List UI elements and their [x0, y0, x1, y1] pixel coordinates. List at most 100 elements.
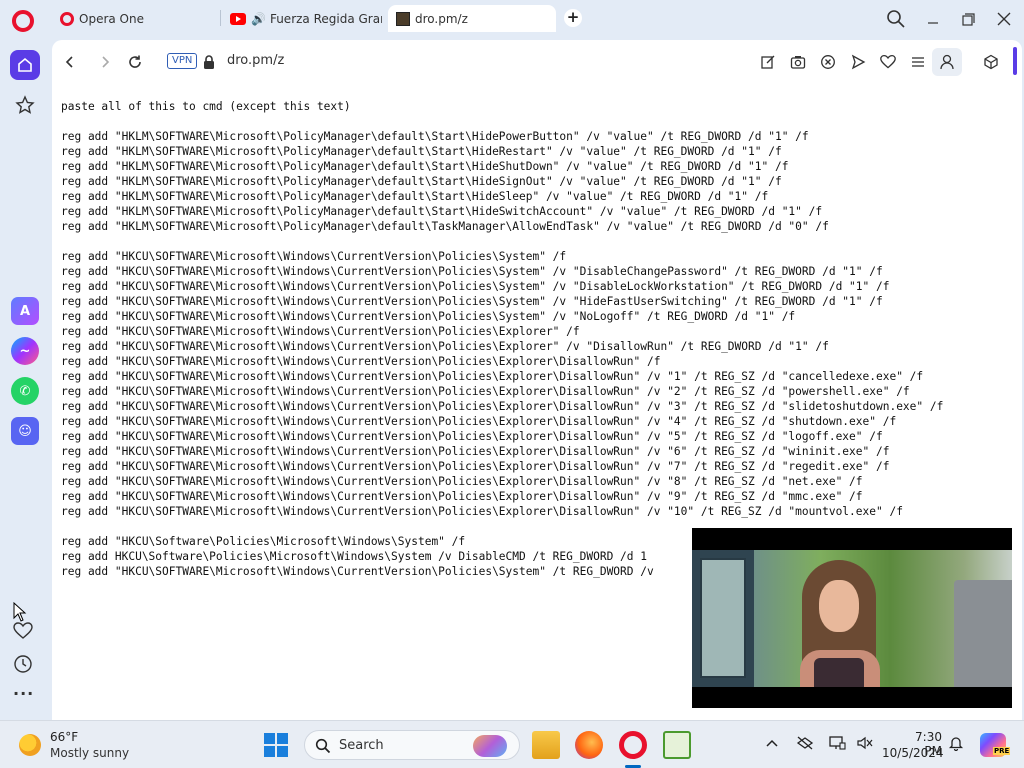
command-line: reg add "HKCU\SOFTWARE\Microsoft\Windows… — [61, 355, 661, 368]
volume-sync-icon[interactable] — [856, 735, 874, 751]
command-line: reg add "HKLM\SOFTWARE\Microsoft\PolicyM… — [61, 220, 829, 233]
tab-label: dro.pm/z — [415, 11, 468, 26]
command-line: reg add "HKCU\SOFTWARE\Microsoft\Windows… — [61, 250, 567, 263]
dro-favicon — [396, 11, 410, 26]
aria-icon: A — [11, 297, 39, 325]
home-icon — [18, 57, 32, 72]
cursor-icon — [13, 602, 27, 622]
command-line: reg add "HKCU\SOFTWARE\Microsoft\Windows… — [61, 475, 863, 488]
whatsapp-icon: ✆ — [11, 377, 39, 405]
address-toolbar: VPN dro.pm/z — [52, 40, 1022, 84]
discord-icon: ☺ — [11, 417, 39, 445]
speaker-icon[interactable]: 🔊 — [251, 12, 266, 26]
notifications-bell-icon[interactable] — [948, 735, 964, 751]
sidebar-aria[interactable]: A — [10, 296, 40, 326]
ad-blocker-icon[interactable] — [817, 51, 839, 73]
command-line: reg add "HKLM\SOFTWARE\Microsoft\PolicyM… — [61, 160, 789, 173]
command-line: reg add "HKCU\SOFTWARE\Microsoft\Windows… — [61, 385, 910, 398]
tab-search-icon[interactable] — [885, 8, 909, 30]
vpn-badge[interactable]: VPN — [167, 53, 198, 69]
new-tab-button[interactable]: + — [564, 9, 582, 27]
star-icon — [15, 95, 35, 114]
edit-page-icon[interactable] — [757, 51, 779, 73]
address-url[interactable]: dro.pm/z — [227, 53, 284, 68]
command-line: reg add "HKCU\SOFTWARE\Microsoft\Windows… — [61, 280, 890, 293]
command-line: reg add "HKCU\SOFTWARE\Microsoft\Windows… — [61, 445, 890, 458]
tab-label: Fuerza Regida Grande — [269, 11, 382, 26]
notepad-icon[interactable] — [663, 731, 691, 759]
command-line: reg add "HKCU\SOFTWARE\Microsoft\Windows… — [61, 400, 944, 413]
extensions-cube-icon[interactable] — [980, 51, 1002, 73]
tab-opera-one[interactable]: Opera One — [52, 5, 218, 32]
opera-icon — [60, 11, 74, 26]
opera-taskbar-icon[interactable] — [619, 731, 647, 759]
command-line — [61, 234, 943, 249]
back-button[interactable] — [59, 51, 81, 73]
taskbar-search[interactable]: Search — [304, 730, 520, 760]
copilot-preview-badge: PRE — [993, 747, 1011, 755]
command-line: reg add "HKCU\SOFTWARE\Microsoft\Windows… — [61, 340, 829, 353]
video-scene-window — [700, 558, 746, 678]
sidebar-messenger[interactable]: ~ — [10, 336, 40, 366]
command-line: reg add "HKLM\SOFTWARE\Microsoft\PolicyM… — [61, 175, 782, 188]
profile-button[interactable] — [932, 48, 962, 76]
command-line: reg add "HKCU\SOFTWARE\Microsoft\Windows… — [61, 460, 890, 473]
command-line: reg add "HKCU\SOFTWARE\Microsoft\Windows… — [61, 490, 863, 503]
sidebar-whatsapp[interactable]: ✆ — [10, 376, 40, 406]
lock-icon[interactable] — [198, 51, 220, 73]
profile-icon — [940, 54, 954, 70]
show-hidden-icons-chevron-icon[interactable] — [764, 735, 780, 751]
reload-button[interactable] — [124, 51, 146, 73]
tab-fuerza-regida[interactable]: 🔊 Fuerza Regida Grande — [222, 5, 382, 32]
opera-menu-icon[interactable] — [12, 10, 34, 32]
camera-snapshot-icon[interactable] — [787, 51, 809, 73]
command-line: reg add "HKLM\SOFTWARE\Microsoft\PolicyM… — [61, 130, 809, 143]
command-line: reg add "HKCU\SOFTWARE\Microsoft\Windows… — [61, 505, 903, 518]
command-text-block: paste all of this to cmd (except this te… — [61, 99, 943, 579]
start-button[interactable] — [264, 733, 288, 757]
command-line: reg add "HKCU\SOFTWARE\Microsoft\Windows… — [61, 430, 883, 443]
history-clock-icon[interactable] — [13, 654, 33, 674]
weather-sun-icon[interactable] — [19, 734, 41, 756]
reload-icon — [129, 55, 141, 68]
sidebar-favorites[interactable] — [10, 90, 40, 120]
tab-strip: Opera One 🔊 Fuerza Regida Grande dro.pm/… — [0, 0, 1024, 38]
sidebar-toggle-indicator[interactable] — [1013, 47, 1017, 75]
video-popout-player[interactable] — [692, 528, 1012, 708]
windows-logo-pane — [277, 746, 288, 757]
more-options-icon[interactable]: ··· — [13, 684, 34, 703]
windows-taskbar: 66°F Mostly sunny Search 7:30 PM 10/5/20… — [0, 720, 1024, 768]
weather-description[interactable]: Mostly sunny — [50, 746, 129, 760]
firefox-icon[interactable] — [575, 731, 603, 759]
restore-icon[interactable] — [957, 8, 981, 30]
command-line — [61, 114, 943, 129]
easy-setup-icon[interactable] — [907, 51, 929, 73]
youtube-icon — [230, 12, 246, 25]
windows-logo-pane — [264, 733, 275, 744]
command-line: reg add "HKCU\SOFTWARE\Microsoft\Windows… — [61, 415, 897, 428]
forward-arrow-icon — [102, 56, 110, 68]
video-person-face — [819, 580, 859, 632]
windows-logo-pane — [277, 733, 288, 744]
search-highlight-icon — [473, 735, 507, 757]
sidebar-discord[interactable]: ☺ — [10, 416, 40, 446]
weather-temperature[interactable]: 66°F — [50, 730, 78, 744]
heart-icon[interactable] — [13, 622, 33, 640]
minimize-icon[interactable] — [922, 8, 946, 30]
display-monitor-icon[interactable] — [828, 735, 846, 751]
command-line: reg add "HKLM\SOFTWARE\Microsoft\PolicyM… — [61, 145, 782, 158]
sidebar-home[interactable] — [10, 50, 40, 80]
network-offline-icon[interactable] — [796, 735, 814, 751]
video-person-dress — [814, 658, 864, 687]
search-icon — [315, 738, 331, 754]
bookmark-heart-icon[interactable] — [877, 51, 899, 73]
send-share-icon[interactable] — [847, 51, 869, 73]
forward-button[interactable] — [94, 51, 116, 73]
back-arrow-icon — [65, 56, 73, 68]
tab-dro-pm[interactable]: dro.pm/z — [388, 5, 556, 32]
file-explorer-icon[interactable] — [532, 731, 560, 759]
tab-label: Opera One — [79, 11, 144, 26]
close-icon[interactable] — [993, 8, 1017, 30]
video-frame — [692, 550, 1012, 687]
clock-date[interactable]: 10/5/2024 — [882, 746, 944, 760]
